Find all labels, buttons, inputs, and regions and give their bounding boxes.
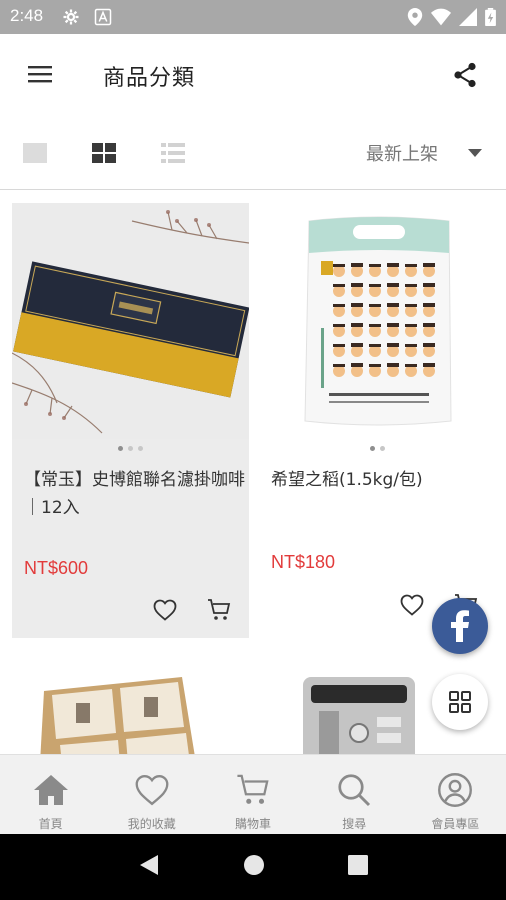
bottom-navigation: 首頁 我的收藏 購物車 搜尋 會員專區 bbox=[0, 754, 506, 834]
sort-label: 最新上架 bbox=[366, 144, 438, 165]
battery-icon bbox=[485, 8, 496, 30]
recents-button[interactable] bbox=[348, 855, 369, 879]
location-icon bbox=[407, 8, 423, 30]
single-view-button[interactable] bbox=[22, 140, 48, 166]
nav-item-search[interactable]: 搜尋 bbox=[304, 755, 405, 834]
share-button[interactable] bbox=[448, 58, 482, 92]
carousel-dot bbox=[370, 446, 375, 451]
nav-label: 搜尋 bbox=[342, 817, 367, 831]
grid-view-icon bbox=[92, 143, 116, 163]
font-status-icon bbox=[94, 8, 112, 26]
grid-view-button[interactable] bbox=[91, 140, 117, 166]
add-to-cart-button[interactable] bbox=[205, 596, 233, 624]
product-title[interactable]: 【常玉】史博館聯名濾掛咖啡｜12入 bbox=[24, 466, 246, 522]
nav-label: 首頁 bbox=[38, 817, 63, 831]
image-carousel-dots bbox=[12, 446, 249, 454]
product-title[interactable]: 希望之稻(1.5kg/包) bbox=[271, 466, 493, 494]
page-title: 商品分類 bbox=[103, 66, 196, 91]
product-grid: 【常玉】史博館聯名濾掛咖啡｜12入 NT$600 希望之稻(1.5kg/包) N… bbox=[0, 191, 506, 754]
cart-icon bbox=[234, 771, 272, 809]
account-icon bbox=[436, 771, 474, 809]
sort-dropdown[interactable]: 最新上架 bbox=[366, 138, 482, 168]
heart-icon bbox=[153, 599, 177, 621]
nav-item-home[interactable]: 首頁 bbox=[0, 755, 101, 834]
app-screen: 2:48 商品分類 最新上架 【常玉】史博館聯名濾掛咖啡｜12入 NT$600 … bbox=[0, 0, 506, 900]
apps-grid-icon bbox=[449, 691, 471, 713]
settings-status-icon bbox=[62, 8, 80, 26]
nav-item-cart[interactable]: 購物車 bbox=[202, 755, 303, 834]
add-to-favorites-button[interactable] bbox=[151, 596, 179, 624]
product-image-coffee-box[interactable] bbox=[12, 203, 249, 439]
nav-item-favorites[interactable]: 我的收藏 bbox=[101, 755, 202, 834]
product-price: NT$180 bbox=[271, 552, 336, 572]
product-card[interactable] bbox=[12, 663, 249, 754]
app-bar: 商品分類 bbox=[0, 34, 506, 114]
menu-button[interactable] bbox=[22, 58, 58, 90]
back-button[interactable] bbox=[138, 853, 160, 881]
system-navigation-bar bbox=[0, 834, 506, 900]
single-view-icon bbox=[23, 143, 47, 163]
status-time: 2:48 bbox=[10, 6, 44, 25]
view-toolbar: 最新上架 bbox=[0, 114, 506, 190]
share-icon bbox=[454, 62, 476, 88]
chevron-down-icon bbox=[468, 149, 482, 157]
home-circle-icon bbox=[243, 855, 264, 875]
carousel-dot bbox=[128, 446, 133, 451]
status-bar: 2:48 bbox=[0, 0, 506, 34]
signal-icon bbox=[459, 8, 477, 30]
hamburger-icon bbox=[28, 66, 52, 83]
facebook-button[interactable] bbox=[432, 598, 488, 654]
add-to-favorites-button[interactable] bbox=[398, 591, 426, 619]
image-carousel-dots bbox=[259, 446, 496, 454]
home-button[interactable] bbox=[243, 854, 265, 880]
carousel-dot bbox=[138, 446, 143, 451]
product-card[interactable]: 希望之稻(1.5kg/包) NT$180 bbox=[259, 203, 496, 638]
wifi-icon bbox=[431, 8, 451, 30]
list-view-icon bbox=[161, 143, 185, 163]
product-price: NT$600 bbox=[24, 558, 89, 578]
product-image-rice-bag[interactable] bbox=[259, 203, 496, 439]
heart-icon bbox=[400, 594, 424, 616]
category-menu-button[interactable] bbox=[432, 674, 488, 730]
back-triangle-icon bbox=[139, 855, 158, 875]
cart-icon bbox=[208, 599, 231, 620]
home-icon bbox=[32, 771, 70, 809]
search-icon bbox=[335, 771, 373, 809]
facebook-icon bbox=[451, 610, 469, 642]
list-view-button[interactable] bbox=[160, 140, 186, 166]
nav-item-account[interactable]: 會員專區 bbox=[405, 755, 506, 834]
product-card[interactable]: 【常玉】史博館聯名濾掛咖啡｜12入 NT$600 bbox=[12, 203, 249, 638]
carousel-dot bbox=[118, 446, 123, 451]
nav-label: 會員專區 bbox=[431, 817, 480, 831]
carousel-dot bbox=[380, 446, 385, 451]
product-image-wood-box[interactable] bbox=[12, 663, 249, 754]
recents-square-icon bbox=[348, 855, 369, 875]
heart-icon bbox=[133, 771, 171, 809]
status-indicators bbox=[407, 8, 496, 30]
nav-label: 購物車 bbox=[235, 817, 272, 831]
nav-label: 我的收藏 bbox=[127, 817, 176, 831]
